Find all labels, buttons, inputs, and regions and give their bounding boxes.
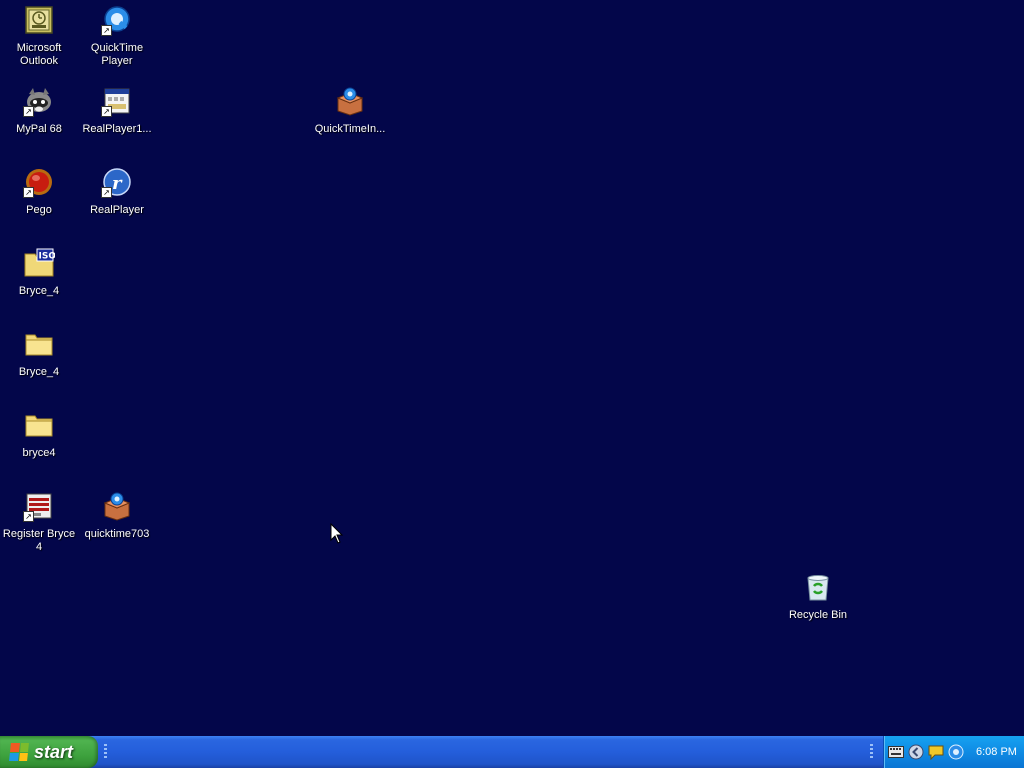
desktop-icon-label: QuickTime Player bbox=[90, 42, 144, 67]
svg-text:r: r bbox=[112, 173, 123, 194]
shortcut-arrow-icon: ↗ bbox=[23, 511, 34, 522]
desktop-icon-bryce4-folder[interactable]: Bryce_4 bbox=[1, 328, 77, 379]
desktop[interactable]: Microsoft Outlook ↗ QuickTime Player ↗ M… bbox=[0, 0, 1024, 736]
desktop-icon-microsoft-outlook[interactable]: Microsoft Outlook bbox=[1, 4, 77, 68]
tray-grip bbox=[870, 744, 873, 760]
desktop-icon-label: Pego bbox=[26, 204, 52, 216]
register-app-icon: ↗ bbox=[23, 490, 55, 522]
chat-bubble-icon[interactable] bbox=[928, 744, 944, 760]
desktop-icon-bryce4-lower-folder[interactable]: bryce4 bbox=[1, 409, 77, 460]
clock[interactable]: 6:08 PM bbox=[976, 746, 1017, 758]
start-button[interactable]: start bbox=[0, 736, 98, 768]
installer-window-icon: ↗ bbox=[101, 85, 133, 117]
taskbar: start 6:08 PM bbox=[0, 736, 1024, 768]
shortcut-arrow-icon: ↗ bbox=[23, 106, 34, 117]
shortcut-arrow-icon: ↗ bbox=[101, 106, 112, 117]
red-orb-icon: ↗ bbox=[23, 166, 55, 198]
back-arrow-icon[interactable] bbox=[908, 744, 924, 760]
windows-logo-icon bbox=[9, 743, 29, 761]
desktop-icon-label: Bryce_4 bbox=[18, 285, 60, 297]
keyboard-icon[interactable] bbox=[888, 744, 904, 760]
mypal-raccoon-icon: ↗ bbox=[23, 85, 55, 117]
desktop-icon-pego[interactable]: ↗ Pego bbox=[1, 166, 77, 217]
desktop-icon-label: Bryce_4 bbox=[18, 366, 60, 378]
system-tray: 6:08 PM bbox=[870, 736, 1024, 768]
installer-box-icon bbox=[101, 490, 133, 522]
desktop-icon-label: Microsoft Outlook bbox=[16, 42, 62, 67]
desktop-icon-label: Register Bryce 4 bbox=[2, 528, 76, 553]
mouse-pointer-icon bbox=[330, 523, 344, 544]
start-label: start bbox=[34, 741, 74, 762]
desktop-icon-label: MyPal 68 bbox=[16, 123, 62, 135]
desktop-icon-label: RealPlayer1... bbox=[82, 123, 152, 135]
desktop-icon-bryce4-iso[interactable]: ISO Bryce_4 bbox=[1, 247, 77, 298]
desktop-icon-realplayer-installer[interactable]: ↗ RealPlayer1... bbox=[79, 85, 155, 136]
desktop-icon-label: RealPlayer bbox=[90, 204, 144, 216]
recycle-bin-icon bbox=[802, 571, 834, 603]
quicktime-icon: ↗ bbox=[101, 4, 133, 36]
outlook-icon bbox=[23, 4, 55, 36]
desktop-icon-label: bryce4 bbox=[22, 447, 56, 459]
desktop-icon-label: quicktime703 bbox=[84, 528, 150, 540]
desktop-icon-quicktime-installer[interactable]: QuickTimeIn... bbox=[312, 85, 388, 136]
installer-box-icon bbox=[334, 85, 366, 117]
desktop-icon-recycle-bin[interactable]: Recycle Bin bbox=[780, 571, 856, 622]
iso-file-icon: ISO bbox=[23, 247, 55, 279]
desktop-icon-realplayer[interactable]: r ↗ RealPlayer bbox=[79, 166, 155, 217]
desktop-icon-mypal[interactable]: ↗ MyPal 68 bbox=[1, 85, 77, 136]
desktop-icon-label: QuickTimeIn... bbox=[314, 123, 386, 135]
desktop-icon-register-bryce[interactable]: ↗ Register Bryce 4 bbox=[1, 490, 77, 554]
quicktime-tray-icon[interactable] bbox=[948, 744, 964, 760]
shortcut-arrow-icon: ↗ bbox=[23, 187, 34, 198]
shortcut-arrow-icon: ↗ bbox=[101, 187, 112, 198]
taskbar-grip[interactable] bbox=[104, 744, 107, 760]
realplayer-icon: r ↗ bbox=[101, 166, 133, 198]
folder-icon bbox=[23, 409, 55, 441]
desktop-icon-label: Recycle Bin bbox=[788, 609, 848, 621]
folder-icon bbox=[23, 328, 55, 360]
svg-text:ISO: ISO bbox=[39, 252, 56, 262]
shortcut-arrow-icon: ↗ bbox=[101, 25, 112, 36]
desktop-icon-quicktime703[interactable]: quicktime703 bbox=[79, 490, 155, 541]
desktop-icon-quicktime-player[interactable]: ↗ QuickTime Player bbox=[79, 4, 155, 68]
